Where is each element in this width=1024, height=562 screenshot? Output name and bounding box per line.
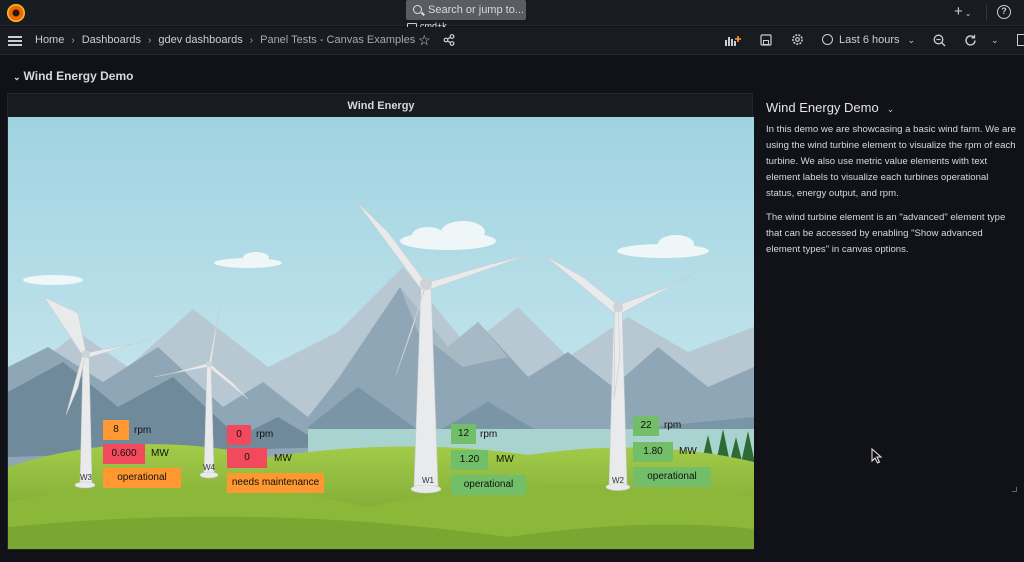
search-placeholder: Search or jump to... [428,4,524,16]
star-icon[interactable]: ☆ [418,32,431,49]
save-icon[interactable] [760,34,772,46]
canvas-scene: 8 rpm 0.600 MW operational W3 0 rpm 0 MW… [8,117,754,549]
breadcrumb-dashboards[interactable]: Dashboards [82,34,141,46]
chevron-down-icon: ⌄ [886,104,895,114]
dashboard-nav-bar: Home › Dashboards › gdev dashboards › Panel Te… [0,27,1024,55]
menu-icon[interactable] [8,36,22,46]
search-icon [413,5,422,14]
turbine-w2-rpm-unit: rpm [664,420,682,431]
turbine-w4-mw-unit: MW [274,453,292,464]
refresh-icon[interactable] [964,34,977,47]
turbine-w2-name: W2 [612,476,624,485]
chevron-down-icon: ⌄ [13,72,21,82]
help-icon[interactable]: ? [997,5,1011,19]
top-bar: Search or jump to... + ⌄ ? [0,0,1024,26]
turbine-w2-mw-value[interactable]: 1.80 [633,442,673,462]
panel-title[interactable]: Wind Energy [8,94,754,117]
row-title: Wind Energy Demo [23,69,134,83]
settings-gear-icon[interactable] [791,33,804,46]
description-paragraph-2: The wind turbine element is an "advanced… [766,212,1006,255]
turbine-w1-name: W1 [422,476,434,485]
turbine-w2-mw-unit: MW [679,446,697,457]
turbine-w4-rpm-value[interactable]: 0 [227,425,251,445]
turbine-w3-name: W3 [80,473,92,482]
search-input[interactable]: Search or jump to... [406,0,526,20]
breadcrumb-dashboard: Panel Tests - Canvas Examples [260,34,416,46]
turbine-w1-mw-unit: MW [496,454,514,465]
description-text: In this demo we are showcasing a basic w… [766,122,1018,266]
breadcrumb-folder[interactable]: gdev dashboards [158,34,242,46]
breadcrumb: Home › Dashboards › gdev dashboards › Panel Te… [35,34,415,46]
clock-icon [822,34,833,45]
wind-energy-panel: Wind Energy 8 rpm 0.600 MW operational W… [7,93,754,550]
turbine-w4-name: W4 [203,463,215,472]
mouse-cursor-icon [871,448,883,464]
turbine-w3-rpm-value[interactable]: 8 [103,420,129,440]
time-range-picker[interactable]: Last 6 hours ⌄ [822,34,915,46]
chevron-right-icon: › [249,35,254,46]
turbine-w2-rpm-value[interactable]: 22 [633,416,659,436]
turbine-w1-mw-value[interactable]: 1.20 [451,450,488,470]
grafana-logo-icon[interactable] [7,4,25,22]
row-header[interactable]: ⌄ Wind Energy Demo [13,69,133,83]
view-mode-icon[interactable] [1017,34,1024,46]
share-icon[interactable] [443,34,455,46]
chevron-right-icon: › [71,35,75,46]
turbine-w4-mw-value[interactable]: 0 [227,448,267,468]
turbine-w3-rpm-unit: rpm [134,425,152,436]
description-panel-title[interactable]: Wind Energy Demo ⌄ [766,100,894,115]
turbine-w3-status[interactable]: operational [103,468,181,488]
turbine-w4-rpm-unit: rpm [256,429,274,440]
turbine-w1-rpm-unit: rpm [480,429,498,440]
time-range-label: Last 6 hours [839,34,900,46]
resize-handle-icon[interactable] [1012,487,1017,492]
description-paragraph-1: In this demo we are showcasing a basic w… [766,124,1016,199]
divider [986,5,987,21]
description-title-text: Wind Energy Demo [766,100,879,115]
add-menu-button[interactable]: + ⌄ [954,3,971,20]
turbine-w1-rpm-value[interactable]: 12 [451,424,476,444]
refresh-interval-chevron-icon[interactable]: ⌄ [991,35,999,46]
description-panel: Wind Energy Demo ⌄ In this demo we are sh… [758,93,1024,553]
turbine-w3-mw-unit: MW [151,448,169,459]
turbine-w1-status[interactable]: operational [451,475,526,495]
chevron-down-icon: ⌄ [907,35,916,45]
add-panel-icon[interactable] [724,34,742,47]
chevron-right-icon: › [148,35,152,46]
turbine-w2-status[interactable]: operational [633,467,711,487]
zoom-out-icon[interactable] [933,34,946,47]
chevron-down-icon: ⌄ [964,9,972,18]
turbine-w4-status[interactable]: needs maintenance [227,473,324,493]
turbine-w3-mw-value[interactable]: 0.600 [103,444,145,464]
breadcrumb-home[interactable]: Home [35,34,64,46]
add-icon: + [954,3,963,20]
